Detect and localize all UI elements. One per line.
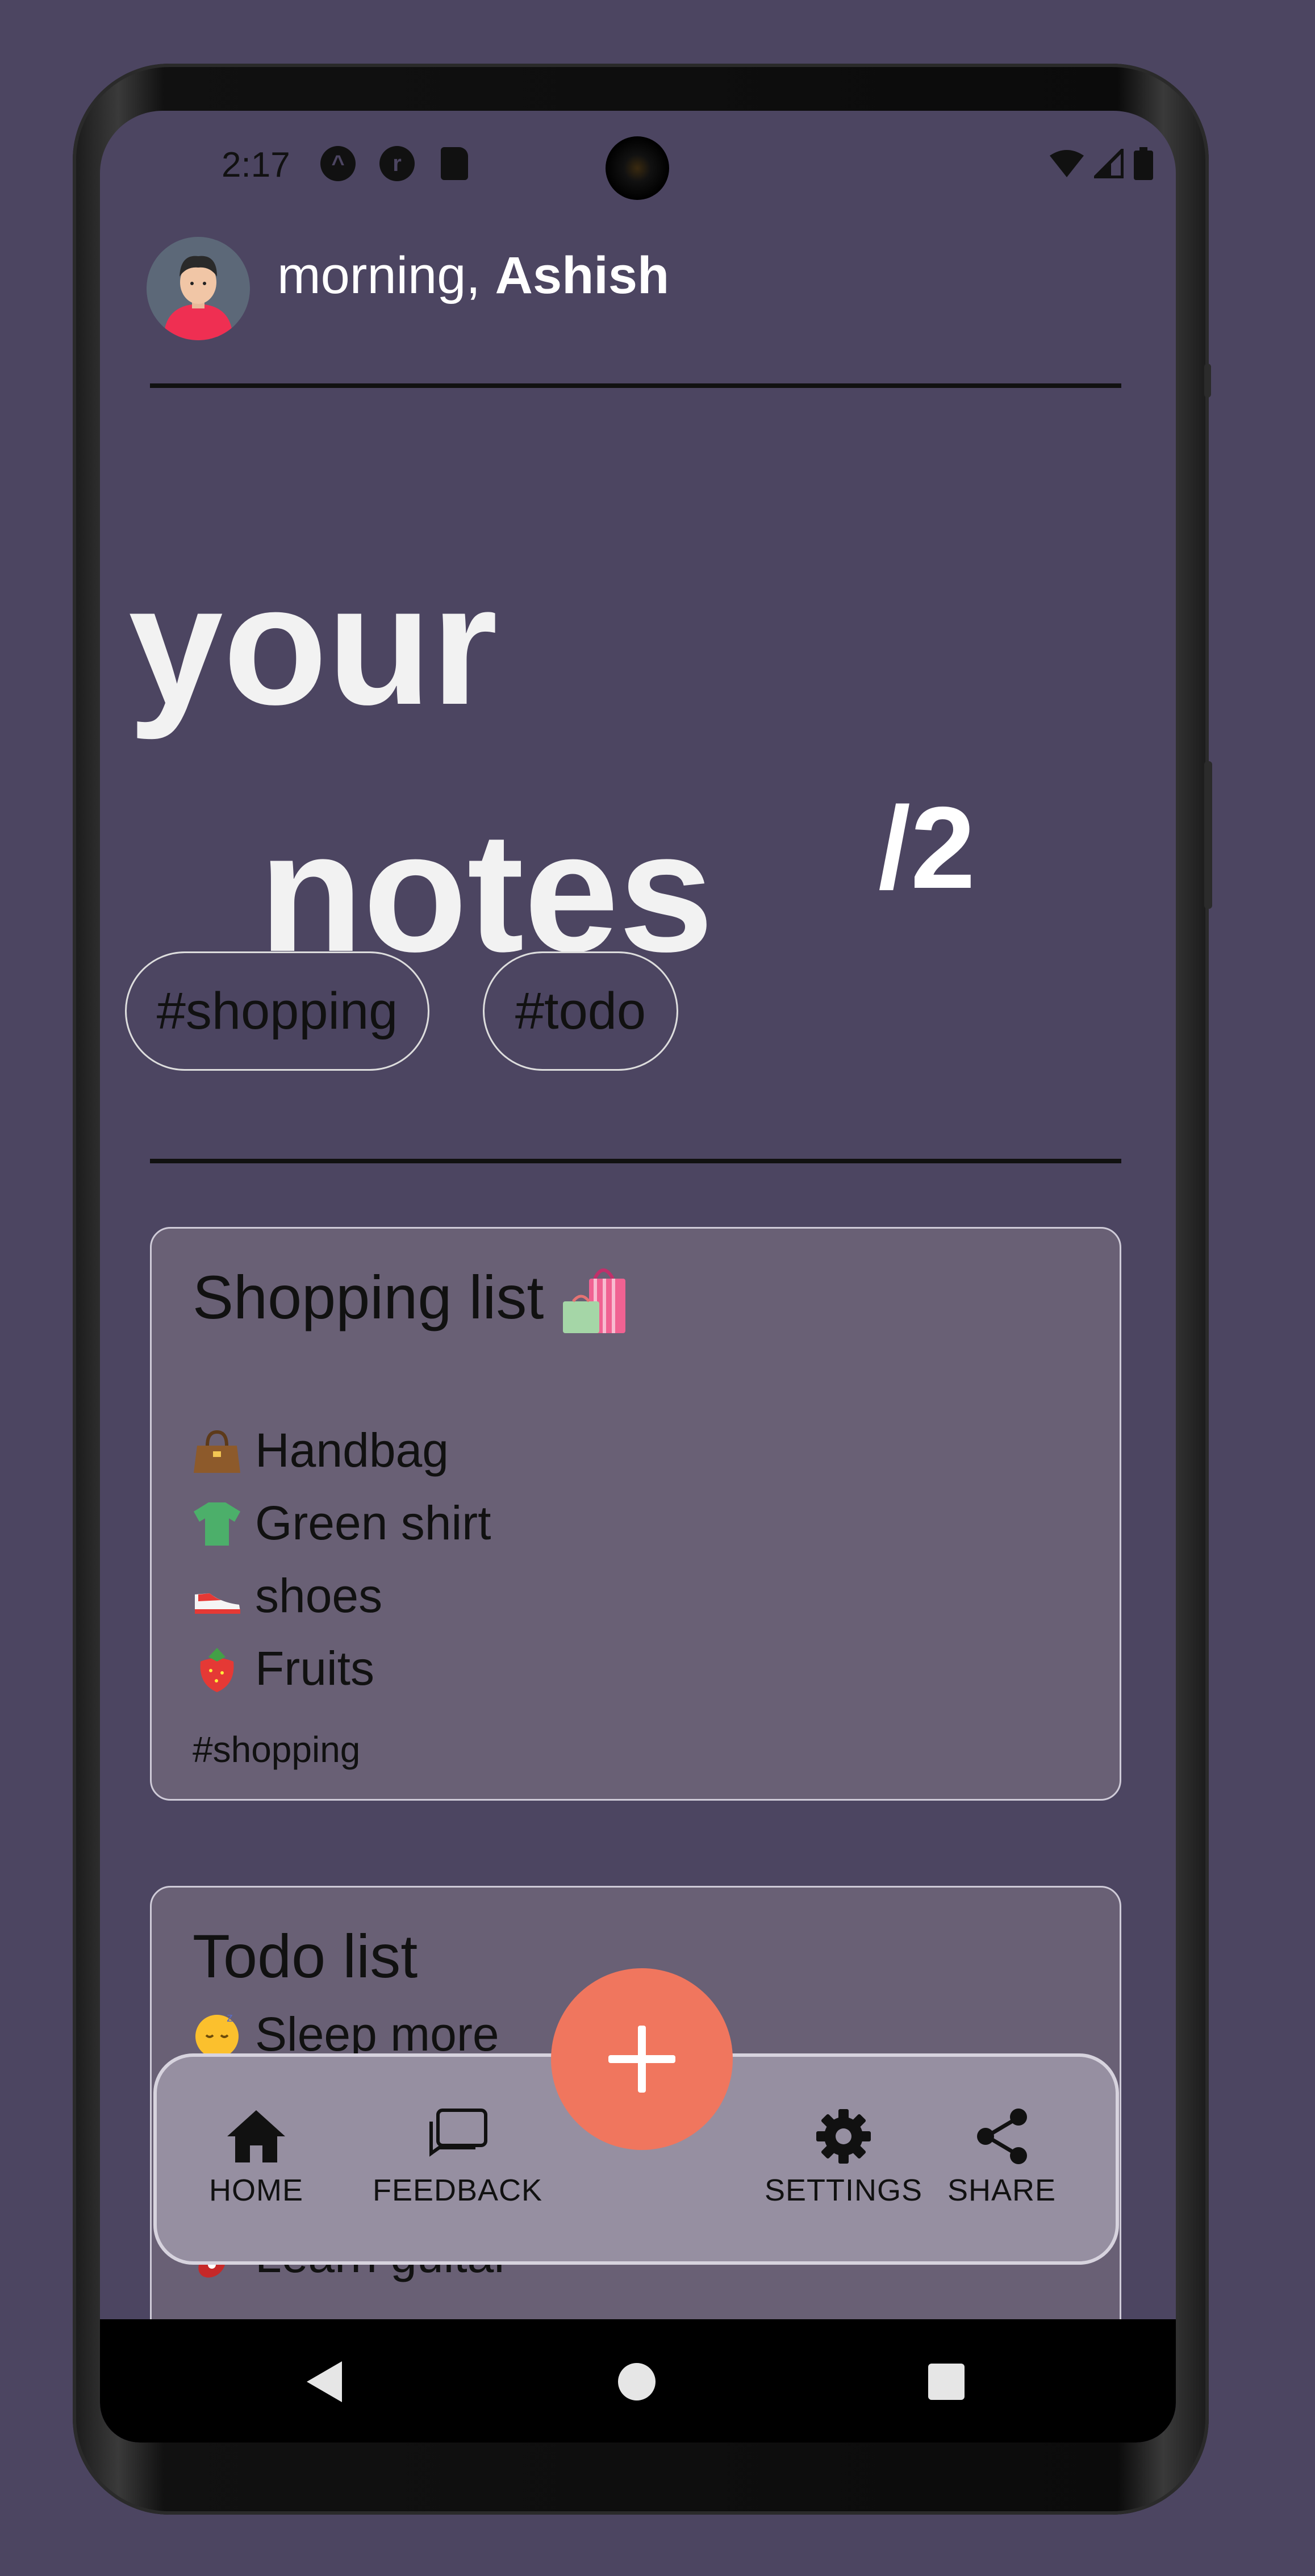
list-item: Fruits — [193, 1641, 374, 1696]
list-item-text: Handbag — [255, 1423, 449, 1477]
battery-icon — [1134, 147, 1153, 180]
add-note-button[interactable] — [551, 1968, 733, 2150]
nav-settings-label: SETTINGS — [765, 2173, 923, 2207]
note-title: Todo list — [193, 1922, 418, 1990]
notes-count: /2 — [878, 783, 975, 913]
tag-chip-shopping[interactable]: #shopping — [125, 951, 429, 1071]
top-divider — [150, 383, 1121, 388]
app-screen: 2:17 ^ r morning, Ashish your notes /2 #… — [100, 111, 1176, 2443]
strawberry-emoji — [200, 1647, 234, 1692]
svg-text:z: z — [227, 2010, 233, 2024]
system-navigation-bar — [100, 2319, 1176, 2443]
nav-home[interactable]: HOME — [209, 2108, 303, 2208]
note-card-shopping[interactable]: Shopping list Handbag Green shirt shoes … — [150, 1227, 1121, 1801]
avatar[interactable] — [147, 237, 250, 340]
plus-icon — [608, 2026, 675, 2093]
list-item-text: shoes — [255, 1569, 383, 1622]
greeting: morning, Ashish — [277, 241, 669, 310]
shirt-emoji — [194, 1502, 240, 1546]
nav-feedback[interactable]: FEEDBACK — [373, 2108, 542, 2208]
note-tag: #shopping — [193, 1729, 361, 1770]
front-camera — [606, 136, 669, 200]
share-icon — [976, 2109, 1027, 2164]
sleeping-face-emoji: z — [195, 2010, 239, 2058]
nav-share-label: SHARE — [947, 2173, 1057, 2207]
tags-divider — [150, 1159, 1121, 1163]
app-notification-icon: ^ — [320, 146, 356, 181]
shopping-bags-emoji — [563, 1268, 626, 1333]
nav-home-label: HOME — [209, 2173, 303, 2207]
tag-chip-todo[interactable]: #todo — [483, 951, 678, 1071]
volume-button — [1204, 364, 1211, 398]
greeting-prefix: morning, — [277, 247, 481, 304]
note-title-text: Shopping list — [193, 1263, 544, 1331]
sd-card-icon — [441, 147, 468, 180]
gear-icon — [816, 2109, 871, 2164]
note-title: Shopping list — [193, 1262, 634, 1335]
nav-feedback-label: FEEDBACK — [373, 2173, 543, 2207]
recents-icon[interactable] — [927, 2362, 966, 2401]
signal-icon — [1094, 149, 1124, 178]
avatar-illustration — [147, 237, 250, 340]
shoe-emoji — [195, 1593, 240, 1614]
list-item-text: Green shirt — [255, 1496, 491, 1550]
nav-share[interactable]: SHARE — [947, 2108, 1056, 2208]
list-item: shoes — [193, 1568, 382, 1623]
page-title-line1: your — [128, 549, 498, 740]
status-bar: 2:17 ^ r — [100, 111, 1176, 213]
user-name: Ashish — [495, 247, 670, 304]
home-icon — [227, 2110, 285, 2162]
home-circle-icon[interactable] — [617, 2362, 657, 2402]
list-item: Green shirt — [193, 1496, 491, 1551]
feedback-icon — [429, 2109, 487, 2157]
wifi-icon — [1050, 150, 1084, 177]
status-time: 2:17 — [222, 145, 290, 185]
app-notification-icon: r — [379, 146, 415, 181]
back-icon[interactable] — [304, 2360, 344, 2403]
list-item: Handbag — [193, 1423, 449, 1478]
handbag-emoji — [194, 1430, 240, 1473]
nav-settings[interactable]: SETTINGS — [765, 2108, 922, 2208]
power-button — [1204, 761, 1212, 909]
system-icons — [1050, 147, 1153, 180]
list-item-text: Fruits — [255, 1642, 374, 1695]
